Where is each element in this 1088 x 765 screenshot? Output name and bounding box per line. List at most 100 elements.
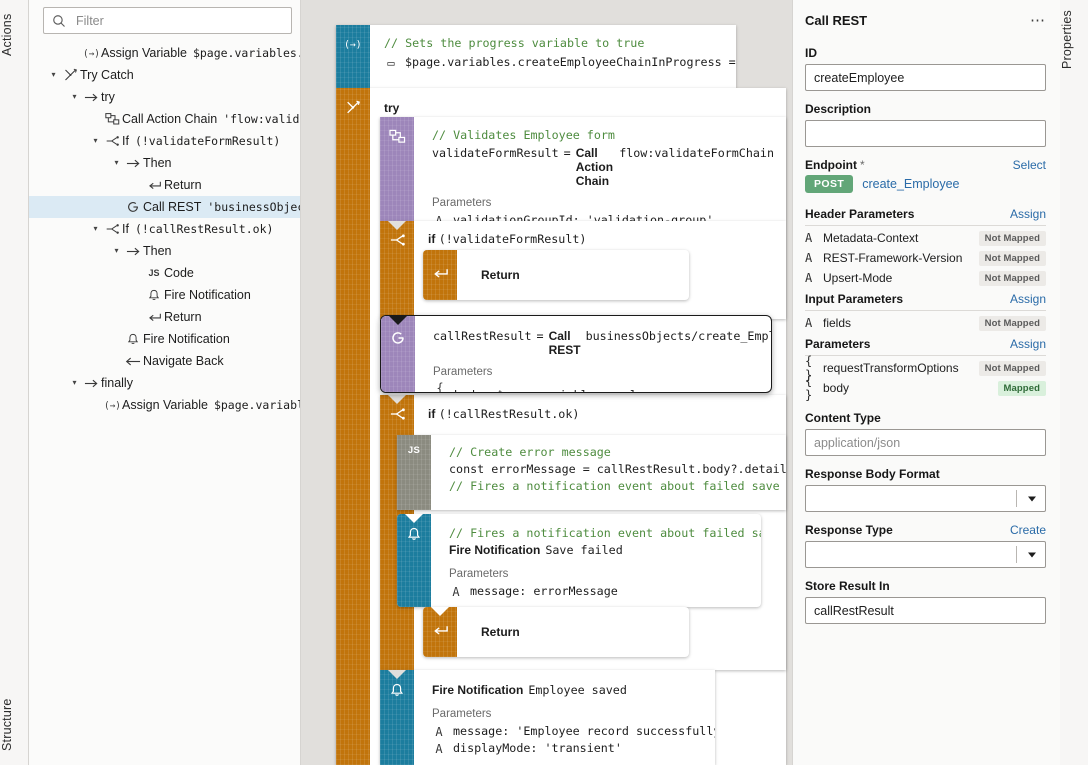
node-fire-notification-failed[interactable]: // Fires a notification event about fail… — [397, 514, 761, 607]
node-call-action-chain[interactable]: // Validates Employee form validateFormR… — [380, 117, 786, 221]
store-result-in-field[interactable] — [805, 597, 1046, 624]
cac-action: Call Action Chain — [575, 146, 614, 188]
parameters-assign-link[interactable]: Assign — [1010, 337, 1046, 351]
node-assign-variable[interactable]: (→) // Sets the progress variable to tru… — [336, 25, 736, 88]
parameter-row[interactable]: { } body Mapped — [805, 374, 1046, 402]
node-body-assign: // Sets the progress variable to true ▭ … — [370, 25, 736, 88]
endpoint-name[interactable]: create_Employee — [862, 177, 959, 191]
tree-row[interactable]: ▾ try — [29, 86, 300, 108]
tree-row[interactable]: ▾ Then — [29, 152, 300, 174]
tree-twisty-expanded[interactable]: ▾ — [68, 93, 81, 101]
node-call-rest[interactable]: callRestResult = Call REST businessObjec… — [380, 315, 772, 393]
description-field[interactable] — [805, 120, 1046, 147]
call-rest-target: businessObjects/create_Employee — [585, 329, 771, 343]
tree-twisty-expanded[interactable]: ▾ — [89, 137, 102, 145]
description-label: Description — [805, 102, 872, 116]
id-field[interactable] — [805, 64, 1046, 91]
header-parameter-row[interactable]: A REST-Framework-Version Not Mapped — [805, 248, 1046, 268]
node-strip-call-rest — [381, 316, 415, 392]
tree-row[interactable]: Fire Notification — [29, 284, 300, 306]
node-strip-code: JS — [397, 435, 431, 510]
fn-saved-param-text-0: message: 'Employee record successfully c… — [453, 724, 715, 738]
node-body-return-2: Return — [457, 607, 689, 657]
tree-row[interactable]: (→)Assign Variable $page.variables.create… — [29, 42, 301, 64]
tree-row-label: If — [122, 134, 129, 148]
if-keyword-2: if — [428, 407, 436, 421]
content-type-field[interactable] — [805, 429, 1046, 456]
tree-row[interactable]: Fire Notification — [29, 328, 300, 350]
tree-twisty-expanded[interactable]: ▾ — [47, 71, 60, 79]
response-type-select[interactable] — [805, 541, 1046, 568]
rail-tab-properties[interactable]: Properties — [1060, 4, 1088, 76]
filter-input[interactable] — [74, 12, 283, 29]
id-label: ID — [805, 46, 817, 60]
tree-twisty-expanded[interactable]: ▾ — [89, 225, 102, 233]
status-badge: Not Mapped — [978, 230, 1046, 246]
header-parameter-row[interactable]: A Upsert-Mode Not Mapped — [805, 268, 1046, 288]
filter-box[interactable] — [43, 7, 292, 34]
endpoint-value-row[interactable]: POST create_Employee — [805, 175, 1046, 193]
header-parameter-name: Metadata-Context — [823, 231, 919, 245]
response-body-format-select[interactable] — [805, 485, 1046, 512]
node-body-fn-failed: // Fires a notification event about fail… — [431, 514, 761, 607]
cac-params-label: Parameters — [432, 197, 492, 209]
tree-row[interactable]: Navigate Back — [29, 350, 300, 372]
status-badge: Mapped — [997, 380, 1046, 396]
cac-param-row: A validationGroupId: 'validation-group' — [432, 212, 774, 221]
tree-row[interactable]: ▾ finally — [29, 372, 300, 394]
parameter-row[interactable]: { } requestTransformOptions Not Mapped — [805, 354, 1046, 382]
tree-row[interactable]: Return — [29, 174, 300, 196]
response-type-create-link[interactable]: Create — [1010, 523, 1046, 537]
overflow-menu-icon[interactable]: ⋯ — [1030, 13, 1046, 28]
string-type-glyph: A — [805, 316, 813, 330]
code-line-1: const errorMessage = callRestResult.body… — [449, 462, 786, 476]
rail-tab-actions[interactable]: Actions — [0, 4, 29, 66]
fire-notification-icon — [123, 333, 143, 346]
fn-saved-params-label: Parameters — [432, 708, 492, 720]
if-condition: (!validateFormResult) — [438, 232, 587, 246]
tree-twisty-expanded[interactable]: ▾ — [68, 379, 81, 387]
if-branch-icon — [102, 135, 122, 147]
parameters-list: { } requestTransformOptions Not Mapped{ } b… — [805, 354, 1046, 402]
fire-notification-icon — [407, 527, 421, 545]
tree-twisty-expanded[interactable]: ▾ — [110, 159, 123, 167]
tree-row[interactable]: ▾ If (!validateFormResult) — [29, 130, 300, 152]
string-type-glyph: A — [805, 251, 813, 265]
tree-row[interactable]: ▾ If (!callRestResult.ok) — [29, 218, 300, 240]
tree-row-label: If — [122, 222, 129, 236]
node-js-code[interactable]: JS // Create error message const errorMe… — [397, 435, 786, 510]
left-rail: Actions Structure — [0, 0, 29, 765]
tree-twisty-expanded[interactable]: ▾ — [110, 247, 123, 255]
endpoint-select-link[interactable]: Select — [1013, 158, 1046, 172]
node-body-call-rest: callRestResult = Call REST businessObjec… — [415, 316, 771, 392]
flow-canvas[interactable]: (→) // Sets the progress variable to tru… — [301, 0, 792, 765]
parameters-label: Parameters — [805, 337, 871, 351]
rail-tab-structure[interactable]: Structure — [0, 691, 29, 759]
arrow-right-icon — [123, 246, 143, 257]
node-return-callrest[interactable]: Return — [423, 607, 689, 657]
try-catch-icon — [60, 68, 80, 82]
tree-row[interactable]: (→)Assign Variable $page.variables.create… — [29, 394, 301, 416]
store-result-in-label: Store Result In — [805, 579, 890, 593]
endpoint-label: Endpoint — [805, 158, 857, 172]
input-parameters-assign-link[interactable]: Assign — [1010, 292, 1046, 306]
call-rest-equals: = — [536, 329, 544, 343]
string-type-glyph: A — [452, 584, 460, 599]
tree-row[interactable]: Call REST 'businessObjects/create_Emp — [29, 196, 300, 218]
input-parameter-row[interactable]: Afields Not Mapped — [805, 313, 1046, 333]
response-body-format-label: Response Body Format — [805, 467, 940, 481]
call-rest-action: Call REST — [548, 329, 581, 357]
header-parameters-assign-link[interactable]: Assign — [1010, 207, 1046, 221]
fn-failed-comment: // Fires a notification event about fail… — [449, 526, 761, 540]
node-fire-notification-saved[interactable]: Fire Notification Employee saved Paramet… — [380, 670, 715, 765]
tree-row[interactable]: Return — [29, 306, 300, 328]
node-return-validate[interactable]: Return — [423, 250, 689, 300]
string-type-glyph: A — [805, 271, 813, 285]
fn-saved-target: Employee saved — [528, 683, 627, 697]
header-parameter-row[interactable]: A Metadata-Context Not Mapped — [805, 228, 1046, 248]
tree-row[interactable]: Call Action Chain 'flow:validateFormCha — [29, 108, 300, 130]
tree-row[interactable]: ▾ Then — [29, 240, 300, 262]
tree-row[interactable]: JS Code — [29, 262, 300, 284]
tree-row[interactable]: ▾ Try Catch — [29, 64, 300, 86]
tree-row-detail: (!validateFormResult) — [134, 134, 281, 148]
